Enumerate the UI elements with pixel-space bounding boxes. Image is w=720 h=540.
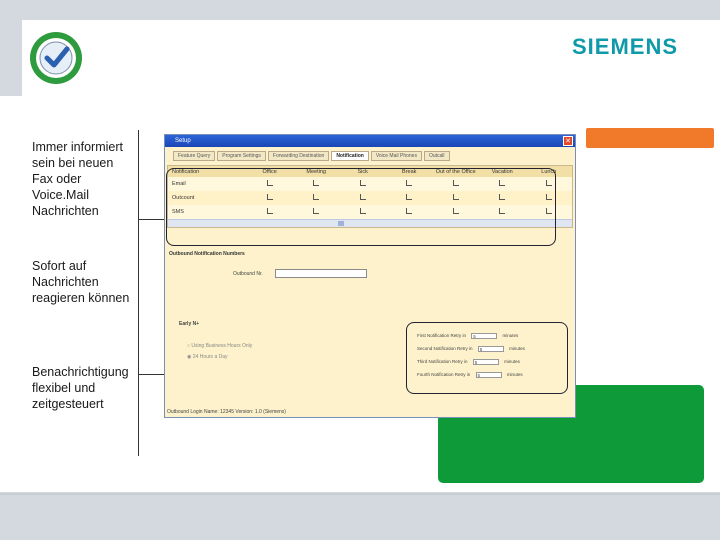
tab-voice-mail-phones[interactable]: Voice Mail Phones: [370, 151, 422, 161]
check-seal-icon: [30, 32, 82, 84]
tab-strip: Feature Query Program Settings Forwardin…: [165, 147, 575, 161]
attempt-input[interactable]: 5: [475, 372, 502, 378]
attempt-row: Fourth Notification Retry in 5 minutes: [417, 372, 523, 378]
attempt-input[interactable]: 5: [477, 346, 504, 352]
retry-label: Early N+: [179, 321, 200, 327]
caption-informed: Immer informiert sein bei neuen Fax oder…: [32, 140, 123, 218]
attempt-label: Second Notification Retry in: [417, 346, 473, 352]
siemens-logo: SIEMENS: [572, 34, 679, 59]
retry-attempts-box: First Notification Retry in 5 minutes Se…: [406, 322, 568, 394]
window-titlebar[interactable]: Setup ✕: [165, 135, 575, 147]
section-title: Outbound Notification Numbers: [169, 251, 245, 257]
attempt-input[interactable]: 5: [472, 359, 499, 365]
window-title: Setup: [175, 138, 191, 144]
footer-divider: [0, 493, 720, 495]
attempt-unit: minutes: [506, 372, 523, 378]
attempt-row: Third Notification Retry in 5 minutes: [417, 359, 520, 365]
number-label: Outbound Nr.: [233, 271, 263, 277]
outbound-number-input[interactable]: [275, 269, 367, 278]
radio-label: Using Business Hours Only: [191, 343, 253, 349]
grid-highlight: [166, 168, 556, 246]
tab-forwarding-destination[interactable]: Forwarding Destination: [267, 151, 330, 161]
connector-grid: [138, 219, 166, 220]
attempt-input[interactable]: 5: [471, 333, 498, 339]
attempt-row: First Notification Retry in 5 minutes: [417, 333, 518, 339]
attempt-label: Third Notification Retry in: [417, 359, 468, 365]
tab-outcall[interactable]: Outcall: [423, 151, 450, 161]
attempt-label: Fourth Notification Retry in: [417, 372, 471, 378]
attempt-unit: minutes: [502, 333, 519, 339]
radio-business-hours[interactable]: ○ Using Business Hours Only: [187, 343, 252, 349]
close-button[interactable]: ✕: [563, 136, 573, 146]
radio-label: 24 Hours a Day: [192, 354, 228, 360]
attempt-label: First Notification Retry in: [417, 333, 467, 339]
tab-program-settings[interactable]: Program Settings: [217, 151, 266, 161]
connector-vertical: [138, 130, 139, 456]
tab-feature-query[interactable]: Feature Query: [173, 151, 216, 161]
status-bar: Outbound Login Name: 12345 Version: 1.0 …: [167, 409, 286, 415]
caption-flexible: Benachrichtigung flexibel und zeitgesteu…: [32, 365, 129, 411]
radio-24-hours[interactable]: ◉ 24 Hours a Day: [187, 354, 228, 360]
tab-notification[interactable]: Notification: [331, 151, 369, 161]
orange-bar: [586, 128, 714, 148]
attempt-row: Second Notification Retry in 5 minutes: [417, 346, 525, 352]
attempt-unit: minutes: [504, 359, 520, 365]
caption-react: Sofort auf Nachrichten reagieren können: [32, 259, 130, 305]
attempt-unit: minutes: [509, 346, 525, 352]
